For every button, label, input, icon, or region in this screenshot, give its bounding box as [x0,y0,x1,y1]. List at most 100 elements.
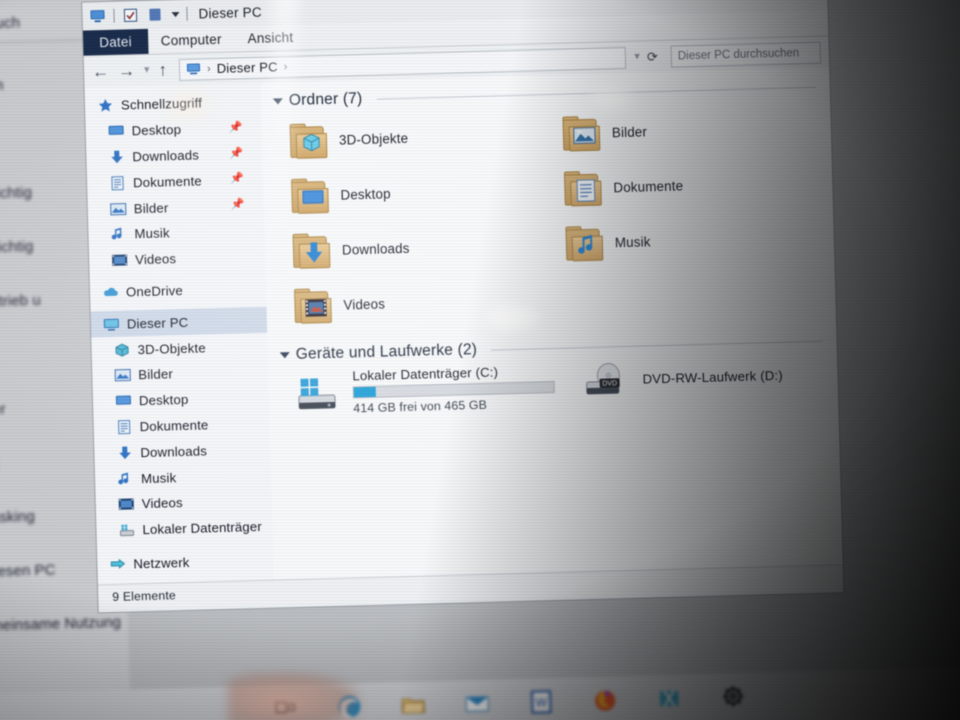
tile-label: Desktop [340,186,391,203]
tile-musik[interactable]: Musik [549,210,823,272]
mail-icon[interactable] [462,688,493,719]
folder-icon [289,177,332,214]
download-arrow-icon [108,149,125,164]
chevron-down-icon[interactable] [279,352,290,359]
drive-tile-d[interactable]: DVD DVD-RW-Laufwerk (D:) [570,357,783,399]
chevron-down-icon[interactable] [272,98,283,105]
drive-name: DVD-RW-Laufwerk (D:) [642,367,783,387]
toolbar-separator [186,6,188,21]
pin-icon[interactable]: 📌 [231,198,245,210]
sidebar-item-netzwerk[interactable]: Netzwerk [97,547,274,578]
music-note-icon [110,227,127,242]
group-title: Ordner (7) [288,90,363,110]
word-icon[interactable]: W [526,686,557,717]
tile-label: Bilder [611,124,648,141]
settings-gear-icon[interactable] [718,681,749,712]
sidebar-label: Dieser PC [126,314,189,332]
drive-capacity-text: 414 GB frei von 465 GB [353,397,488,416]
up-arrow-icon[interactable]: ↑ [158,60,167,79]
taskbar[interactable]: W [0,665,960,720]
picture-icon [110,201,127,216]
folder-tile-grid[interactable]: 3D-Objekte Bilder Desktop Dokumente Down… [273,99,836,334]
foreground-object-blur [228,672,360,720]
settings-search-text: ung such [0,14,21,33]
sidebar-label: Bilder [133,199,169,216]
firefox-icon[interactable] [590,684,621,715]
download-arrow-icon [116,445,133,460]
sidebar-label: Dokumente [132,173,203,191]
pin-icon[interactable]: 📌 [229,147,243,159]
navigation-pane[interactable]: Schnellzugriff Desktop 📌 Downloads 📌 Dok… [84,82,274,585]
chevron-down-icon[interactable] [171,11,180,17]
monitor-icon[interactable] [88,8,106,24]
pin-icon[interactable]: 📌 [228,121,242,133]
picture-icon [573,126,596,144]
3d-object-icon [113,342,130,357]
tile-3d-objekte[interactable]: 3D-Objekte [273,107,547,169]
refresh-icon[interactable]: ⟳ [647,49,658,65]
sidebar-label: Musik [140,469,177,486]
address-dropdown-chevron-down-icon[interactable]: ▾ [634,51,640,63]
sidebar-item-videos[interactable]: Videos [89,244,266,275]
sidebar-label: Desktop [138,392,189,409]
properties-icon[interactable] [121,7,139,23]
store-icon[interactable] [654,683,685,714]
explorer-body: Schnellzugriff Desktop 📌 Downloads 📌 Dok… [84,67,843,585]
folder-icon [288,122,331,159]
tile-label: Videos [343,296,386,313]
tab-ansicht[interactable]: Ansicht [234,25,306,52]
search-input[interactable]: Dieser PC durchsuchen [670,41,822,68]
cloud-icon [102,285,119,300]
sidebar-item-onedrive[interactable]: OneDrive [90,275,267,306]
address-bar-right[interactable]: ▾ ⟳ Dieser PC durchsuchen [634,41,822,68]
tab-computer[interactable]: Computer [147,27,235,54]
drive-name: Lokaler Datenträger (C:) [352,364,499,384]
monitor-screen: ung such lschirm und nachrichtig nachric… [0,0,960,720]
back-arrow-icon[interactable]: ← [92,62,110,81]
recent-locations-chevron-down-icon[interactable]: ▾ [144,64,150,76]
film-icon [118,497,135,512]
window-title: Dieser PC [198,4,263,21]
photo-scene: ung such lschirm und nachrichtig nachric… [0,0,960,720]
tab-datei[interactable]: Datei [82,28,149,56]
monitor-icon [107,124,124,139]
monitor-icon [115,394,132,409]
sidebar-item-lokaler-datentraeger[interactable]: Lokaler Datenträger [96,513,273,544]
folder-icon [560,115,603,152]
tile-downloads[interactable]: Downloads [276,217,550,279]
content-pane[interactable]: Ordner (7) 3D-Objekte Bilder Desktop Dok… [260,67,843,580]
pin-icon[interactable]: 📌 [230,173,244,185]
breadcrumb-item-dieser-pc[interactable]: Dieser PC [217,59,278,76]
sidebar-label: Netzwerk [133,554,190,572]
breadcrumb-trailing-separator-icon[interactable]: › [284,61,288,73]
sidebar-label: Downloads [140,443,208,460]
new-folder-icon[interactable] [146,6,164,22]
forward-arrow-icon[interactable]: → [118,61,136,80]
drive-tile-c[interactable]: Lokaler Datenträger (C:) 414 GB frei von… [280,363,571,418]
group-rule [376,86,816,100]
folder-icon [292,287,335,324]
folder-icon [563,225,606,262]
sidebar-label: Schnellzugriff [120,95,203,113]
capacity-bar-fill [353,386,376,398]
breadcrumb-separator-icon: › [206,62,211,75]
drive-tile-grid[interactable]: Lokaler Datenträger (C:) 414 GB frei von… [280,355,838,417]
sidebar-label: Videos [134,251,177,268]
film-icon [111,253,128,268]
dvd-drive-icon: DVD [584,361,631,398]
tile-bilder[interactable]: Bilder [546,100,820,162]
svg-text:W: W [535,695,547,709]
sidebar-label: Musik [134,225,170,242]
star-icon [97,98,114,113]
sidebar-label: Videos [141,495,183,512]
music-note-icon [578,234,593,254]
drive-icon [118,523,135,538]
tile-dokumente[interactable]: Dokumente [548,155,822,217]
tile-label: Downloads [341,240,410,258]
group-title: Geräte und Laufwerke (2) [295,341,478,363]
file-explorer-icon[interactable] [398,690,429,720]
tile-desktop[interactable]: Desktop [275,162,549,224]
tile-label: Musik [614,234,651,251]
tile-videos[interactable]: Videos [278,272,552,334]
file-explorer-window[interactable]: Dieser PC Datei Computer Ansicht ← → ▾ ↑ [82,0,844,613]
